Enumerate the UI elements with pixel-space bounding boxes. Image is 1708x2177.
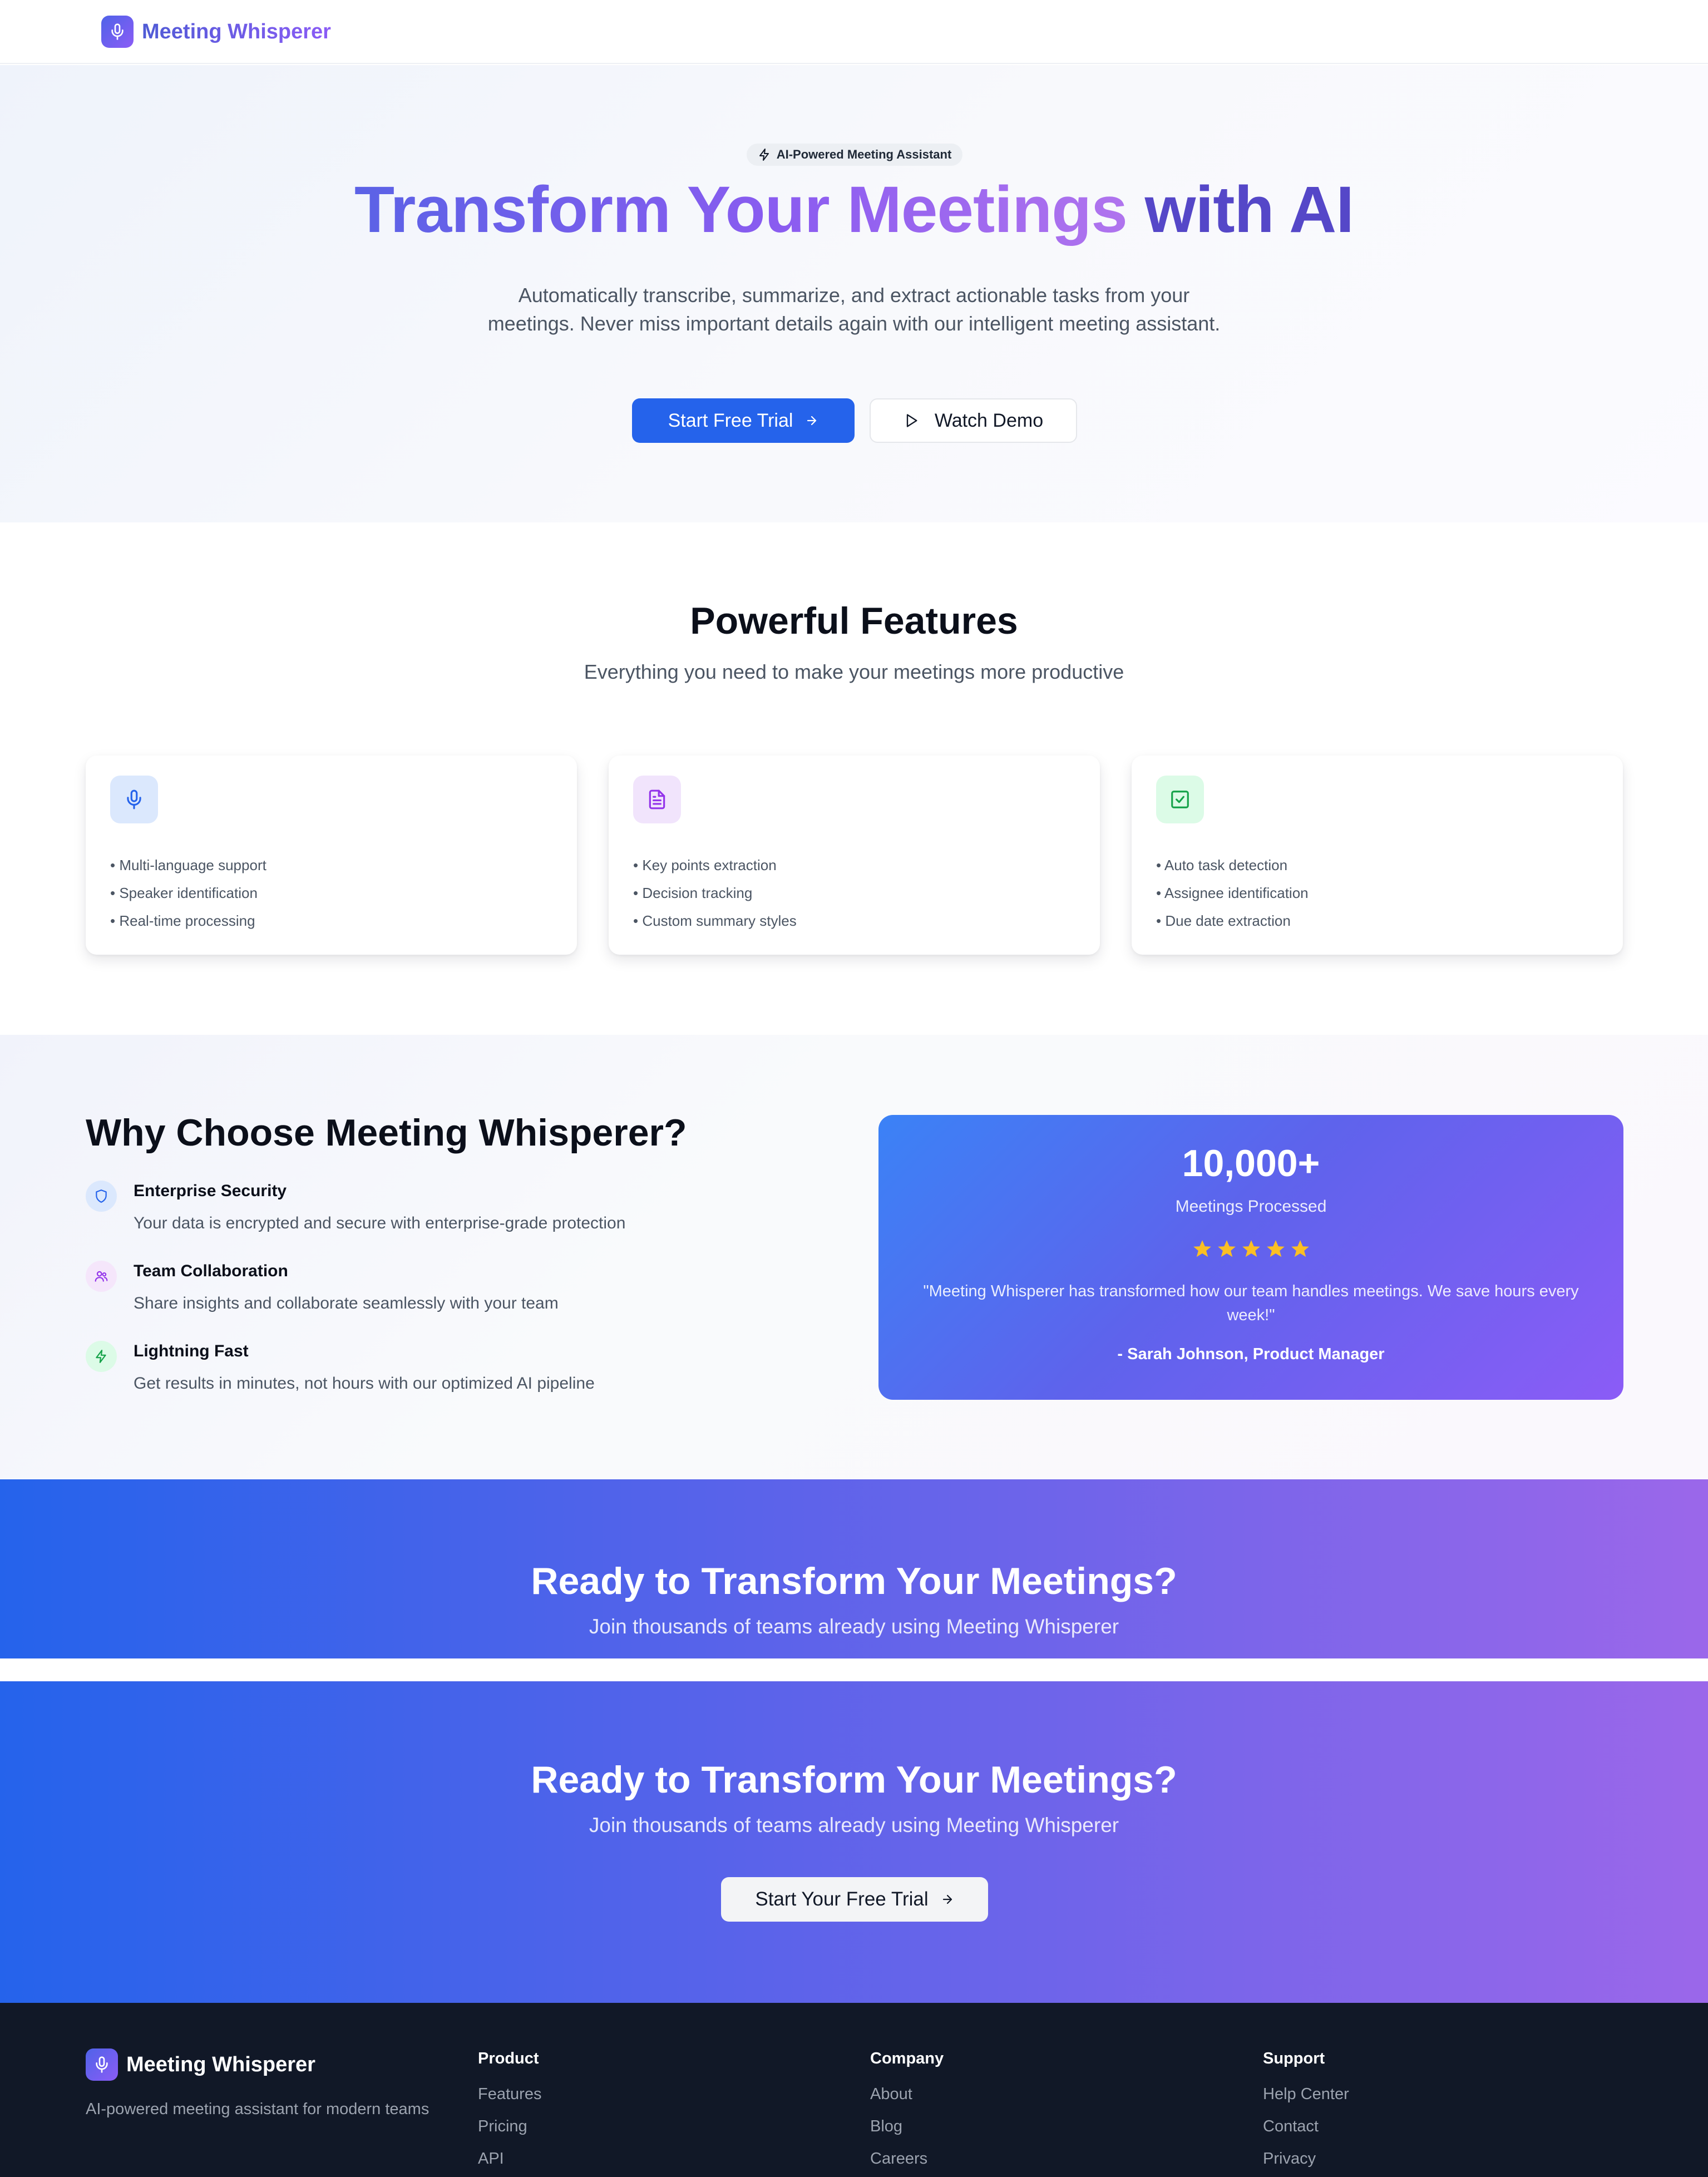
lightning-icon	[759, 149, 769, 161]
feature-card-tasks: • Auto task detection • Assignee identif…	[1132, 756, 1623, 955]
footer-column-company: Company About Blog Careers	[870, 2050, 944, 2177]
lightning-icon	[86, 1341, 117, 1372]
watch-demo-label: Watch Demo	[934, 409, 1044, 431]
footer-column-heading: Product	[478, 2050, 539, 2067]
start-free-trial-button[interactable]: Start Free Trial	[632, 398, 855, 443]
why-item-heading: Team Collaboration	[134, 1262, 288, 1280]
cta-subtitle: Join thousands of teams already using Me…	[589, 1814, 1119, 1837]
why-item-text: Share insights and collaborate seamlessl…	[134, 1294, 559, 1312]
footer: Meeting Whisperer AI-powered meeting ass…	[0, 2003, 1708, 2177]
footer-link-privacy[interactable]: Privacy	[1263, 2150, 1349, 2177]
stat-label: Meetings Processed	[1175, 1197, 1327, 1216]
why-item-security: Enterprise Security Your data is encrypt…	[86, 1181, 809, 1247]
footer-column-heading: Support	[1263, 2050, 1325, 2067]
start-your-free-trial-button[interactable]: Start Your Free Trial	[721, 1877, 988, 1922]
shield-icon	[86, 1181, 117, 1212]
feature-bullet: • Key points extraction	[633, 857, 777, 873]
hero-section: AI-Powered Meeting Assistant Transform Y…	[0, 65, 1708, 522]
star-icon	[1291, 1240, 1309, 1257]
star-icon	[1266, 1240, 1285, 1257]
feature-bullets: • Multi-language support • Speaker ident…	[110, 851, 266, 935]
why-title: Why Choose Meeting Whisperer?	[86, 1112, 687, 1154]
features-subtitle: Everything you need to make your meeting…	[584, 660, 1124, 683]
why-item-heading: Lightning Fast	[134, 1342, 249, 1360]
brand-link[interactable]: Meeting Whisperer	[101, 16, 331, 48]
testimonial-quote: "Meeting Whisperer has transformed how o…	[923, 1282, 1579, 1324]
cta-title: Ready to Transform Your Meetings?	[531, 1560, 1177, 1602]
arrow-right-icon	[942, 1894, 952, 1904]
star-icon	[1193, 1240, 1211, 1257]
top-nav: Meeting Whisperer	[0, 0, 1708, 64]
feature-bullet: • Custom summary styles	[633, 912, 797, 929]
features-title: Powerful Features	[690, 600, 1018, 642]
hero-title: Transform Your Meetings with AI	[0, 172, 1708, 248]
feature-bullet: • Speaker identification	[110, 885, 258, 901]
star-rating	[878, 1238, 1623, 1260]
microphone-icon	[110, 776, 158, 823]
stat-number: 10,000+	[1182, 1142, 1320, 1184]
start-free-trial-label: Start Free Trial	[668, 409, 793, 431]
arrow-right-icon	[807, 416, 817, 426]
why-item-speed: Lightning Fast Get results in minutes, n…	[86, 1341, 809, 1408]
footer-link-about[interactable]: About	[870, 2085, 944, 2117]
footer-column-product: Product Features Pricing API	[478, 2050, 541, 2177]
feature-bullet: • Auto task detection	[1156, 857, 1288, 873]
why-item-text: Get results in minutes, not hours with o…	[134, 1374, 595, 1393]
footer-column-support: Support Help Center Contact Privacy	[1263, 2050, 1349, 2177]
star-icon	[1217, 1240, 1236, 1257]
hero-title-end: with AI	[1144, 173, 1354, 246]
why-section: Why Choose Meeting Whisperer? Enterprise…	[0, 1035, 1708, 1479]
footer-link-careers[interactable]: Careers	[870, 2150, 944, 2177]
footer-link-help-center[interactable]: Help Center	[1263, 2085, 1349, 2117]
cta-title: Ready to Transform Your Meetings?	[531, 1759, 1177, 1801]
check-square-icon	[1156, 776, 1204, 823]
feature-bullet: • Assignee identification	[1156, 885, 1309, 901]
cta-section-2: Ready to Transform Your Meetings? Join t…	[0, 1681, 1708, 2003]
footer-description: AI-powered meeting assistant for modern …	[86, 2100, 430, 2118]
microphone-icon	[86, 2048, 118, 2081]
feature-card-summaries: • Key points extraction • Decision track…	[609, 756, 1100, 955]
document-icon	[633, 776, 681, 823]
cta-section-1: Ready to Transform Your Meetings? Join t…	[0, 1479, 1708, 1658]
footer-link-blog[interactable]: Blog	[870, 2117, 944, 2150]
feature-bullets: • Key points extraction • Decision track…	[633, 851, 797, 935]
hero-badge: AI-Powered Meeting Assistant	[747, 144, 962, 166]
footer-link-api[interactable]: API	[478, 2150, 541, 2177]
brand-name: Meeting Whisperer	[142, 19, 331, 43]
cta-subtitle: Join thousands of teams already using Me…	[589, 1615, 1119, 1638]
feature-card-transcription: • Multi-language support • Speaker ident…	[86, 756, 577, 955]
star-icon	[1242, 1240, 1260, 1257]
testimonial-card: 10,000+ Meetings Processed "Meeting Whis…	[878, 1115, 1623, 1400]
feature-bullets: • Auto task detection • Assignee identif…	[1156, 851, 1309, 935]
footer-column-heading: Company	[870, 2050, 944, 2067]
feature-bullet: • Decision tracking	[633, 885, 753, 901]
footer-link-pricing[interactable]: Pricing	[478, 2117, 541, 2150]
why-item-collaboration: Team Collaboration Share insights and co…	[86, 1261, 809, 1327]
footer-brand[interactable]: Meeting Whisperer	[86, 2048, 315, 2081]
why-item-heading: Enterprise Security	[134, 1182, 287, 1200]
hero-badge-label: AI-Powered Meeting Assistant	[776, 147, 952, 161]
users-icon	[86, 1261, 117, 1292]
hero-title-highlight: Transform Your Meetings	[354, 173, 1128, 246]
feature-bullet: • Multi-language support	[110, 857, 266, 873]
play-icon	[906, 414, 917, 427]
why-item-text: Your data is encrypted and secure with e…	[134, 1214, 626, 1232]
feature-bullet: • Real-time processing	[110, 912, 255, 929]
hero-subtitle: Automatically transcribe, summarize, and…	[487, 284, 1221, 335]
start-your-free-trial-label: Start Your Free Trial	[755, 1888, 929, 1910]
testimonial-author: - Sarah Johnson, Product Manager	[1117, 1345, 1385, 1363]
feature-bullet: • Due date extraction	[1156, 912, 1291, 929]
footer-brand-name: Meeting Whisperer	[126, 2052, 315, 2076]
footer-link-features[interactable]: Features	[478, 2085, 541, 2117]
footer-link-contact[interactable]: Contact	[1263, 2117, 1349, 2150]
watch-demo-button[interactable]: Watch Demo	[870, 398, 1077, 443]
microphone-icon	[101, 16, 134, 48]
